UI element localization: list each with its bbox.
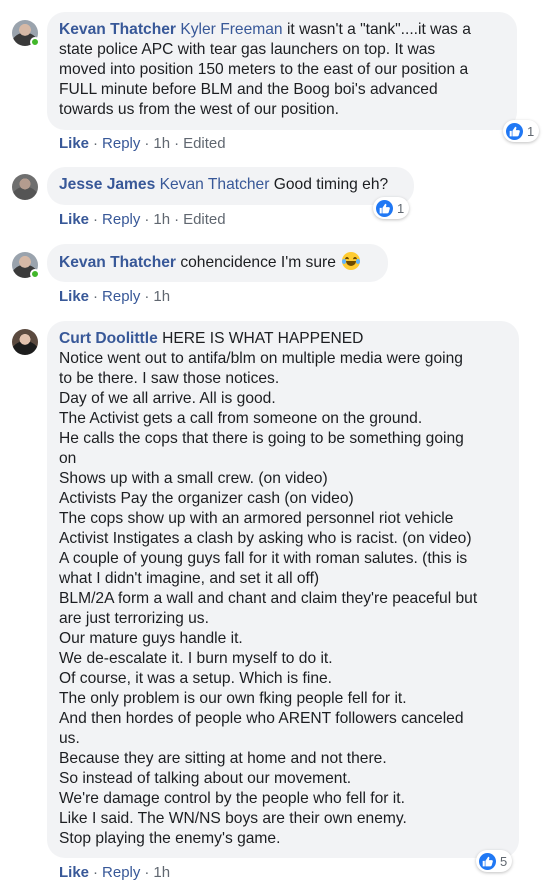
comment-text-line: We de-escalate it. I burn myself to do i…: [59, 650, 333, 667]
comment-author[interactable]: Curt Doolittle: [59, 330, 158, 347]
comment-text-line: Because they are sitting at home and not…: [59, 750, 387, 767]
tagged-user[interactable]: Kyler Freeman: [180, 21, 282, 38]
reply-link[interactable]: Reply: [102, 135, 140, 152]
like-link[interactable]: Like: [59, 211, 89, 228]
comment-actions: Like · Reply · 1h: [59, 288, 171, 305]
reaction-count-badge[interactable]: 5: [476, 850, 513, 872]
comment-text-line: Good timing eh?: [269, 176, 389, 193]
comment-text-line: Activist Instigates a clash by asking wh…: [59, 530, 472, 547]
thumbs-up-icon: [479, 852, 496, 870]
comment-text-line: us.: [59, 730, 80, 747]
comment-bubble: Kevan Thatcher Kyler Freeman it wasn't a…: [47, 12, 517, 130]
online-status-icon: [30, 269, 40, 279]
comment-text-line: The cops show up with an armored personn…: [59, 510, 454, 527]
comment-text-line: The Activist gets a call from someone on…: [59, 410, 423, 427]
comment-text-line: cohencidence I'm sure: [176, 254, 336, 271]
comment-text-line: HERE IS WHAT HAPPENED: [157, 330, 364, 347]
comment-text-line: FULL minute before BLM and the Boog boi'…: [59, 81, 438, 98]
comment-text-line: what I didn't imagine, and set it all of…: [59, 570, 320, 587]
comment-text-line: it wasn't a "tank"....it was a: [282, 21, 471, 38]
comment-text-line: The only problem is our own fking people…: [59, 690, 407, 707]
timestamp[interactable]: 1h: [153, 211, 170, 228]
comment-text-line: Our mature guys handle it.: [59, 630, 243, 647]
reply-link[interactable]: Reply: [102, 211, 140, 228]
comment-text-line: state police APC with tear gas launchers…: [59, 41, 436, 58]
reply-link[interactable]: Reply: [102, 288, 140, 305]
like-link[interactable]: Like: [59, 288, 89, 305]
online-status-icon: [30, 37, 40, 47]
comment-actions: Like · Reply · 1h · Edited: [59, 135, 226, 152]
comment-author[interactable]: Jesse James: [59, 176, 155, 193]
reaction-count: 5: [500, 853, 508, 869]
comment-text-line: to be there. I saw those notices.: [59, 370, 280, 387]
comment-text-line: So instead of talking about our movement…: [59, 770, 352, 787]
like-link[interactable]: Like: [59, 135, 89, 152]
comment-text-line: moved into position 150 meters to the ea…: [59, 61, 469, 78]
comment-text-line: Notice went out to antifa/blm on multipl…: [59, 350, 463, 367]
comment-text-line: A couple of young guys fall for it with …: [59, 550, 468, 567]
reaction-count-badge[interactable]: 1: [373, 197, 410, 219]
timestamp[interactable]: 1h: [153, 288, 170, 305]
comment-bubble: Kevan Thatcher cohencidence I'm sure: [47, 244, 388, 282]
comment-text-line: Shows up with a small crew. (on video): [59, 470, 328, 487]
comment-text-line: are just terrorizing us.: [59, 610, 209, 627]
comment-author[interactable]: Kevan Thatcher: [59, 254, 176, 271]
avatar[interactable]: [12, 329, 38, 355]
laughing-tears-emoji: [342, 252, 361, 270]
comment-author[interactable]: Kevan Thatcher: [59, 21, 176, 38]
reaction-count-badge[interactable]: 1: [503, 120, 540, 142]
comment-text-line: And then hordes of people who ARENT foll…: [59, 710, 464, 727]
comment-text-line: Of course, it was a setup. Which is fine…: [59, 670, 332, 687]
comment-text-line: He calls the cops that there is going to…: [59, 430, 464, 447]
timestamp[interactable]: 1h: [153, 864, 170, 881]
thumbs-up-icon: [506, 122, 523, 140]
reply-link[interactable]: Reply: [102, 864, 140, 881]
reaction-count: 1: [397, 200, 405, 216]
edited-label[interactable]: Edited: [183, 211, 226, 228]
comment-text-line: towards us from the west of our position…: [59, 101, 339, 118]
like-link[interactable]: Like: [59, 864, 89, 881]
comment-text-line: Day of we all arrive. All is good.: [59, 390, 276, 407]
comment-text-line: We're damage control by the people who f…: [59, 790, 405, 807]
thumbs-up-icon: [376, 199, 393, 217]
comment-text-line: on: [59, 450, 77, 467]
timestamp[interactable]: 1h: [153, 135, 170, 152]
comment-actions: Like · Reply · 1h: [59, 864, 171, 881]
reaction-count: 1: [527, 123, 535, 139]
comment-actions: Like · Reply · 1h · Edited: [59, 211, 226, 228]
tagged-user[interactable]: Kevan Thatcher: [160, 176, 270, 193]
comment-text-line: Activists Pay the organizer cash (on vid…: [59, 490, 354, 507]
comment-text-line: BLM/2A form a wall and chant and claim t…: [59, 590, 478, 607]
edited-label[interactable]: Edited: [183, 135, 226, 152]
comment-text-line: Like I said. The WN/NS boys are their ow…: [59, 810, 407, 827]
comment-bubble: Jesse James Kevan Thatcher Good timing e…: [47, 167, 414, 205]
comment-text-line: Stop playing the enemy's game.: [59, 830, 281, 847]
avatar[interactable]: [12, 174, 38, 200]
comment-bubble: Curt Doolittle HERE IS WHAT HAPPENED Not…: [47, 321, 519, 858]
